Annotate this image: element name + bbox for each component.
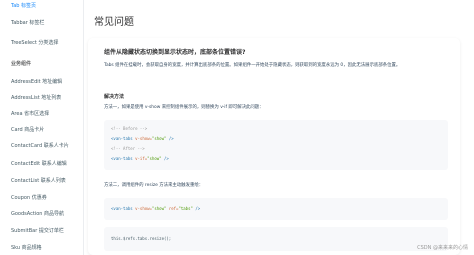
sidebar-item-treeselect[interactable]: TreeSelect 分类选择: [11, 40, 58, 47]
method-two-text: 方法二，调用组件的 resize 方法来主动触发重绘：: [104, 183, 204, 188]
page-title: 常见问题: [94, 17, 134, 28]
watermark: CSDN @来来来的心情: [417, 245, 468, 251]
code-line-before: <van-tabs v-show="show" />: [111, 136, 174, 141]
sidebar-item-coupon[interactable]: Coupon 优惠券: [11, 195, 47, 202]
sidebar-item-sku[interactable]: Sku 商品规格: [11, 245, 42, 252]
sidebar-item-submitbar[interactable]: SubmitBar 提交订单栏: [11, 228, 64, 235]
code-comment-before: <!-- Before -->: [111, 126, 148, 131]
sidebar-group-title: 业务组件: [11, 61, 32, 67]
content-card: 组件从隐藏状态切换到显示状态时，底部条位置错误? Tabs 组件在挂载时，会获取…: [88, 38, 460, 255]
question-heading: 组件从隐藏状态切换到显示状态时，底部条位置错误?: [104, 49, 246, 56]
description-text: Tabs 组件在挂载时，会获取自身的宽度，并计算出底部条的位置。如果组件一开始处…: [104, 63, 401, 68]
code-block-3: this.$refs.tabs.resize();: [104, 227, 448, 251]
code-comment-after: <!-- After -->: [111, 146, 145, 151]
solution-heading: 解决方法: [104, 94, 125, 100]
method-one-text: 方法一，如果是使用 v-show 来控制组件展示的，则替换为 v-if 即可解决…: [104, 105, 264, 110]
sidebar-item-addresslist[interactable]: AddressList 地址列表: [11, 95, 61, 102]
code-line-tabs-ref: <van-tabs v-show="show" ref="tabs" />: [111, 206, 201, 211]
sidebar-item-card[interactable]: Card 商品卡片: [11, 127, 44, 134]
code-block-1: <!-- Before --> <van-tabs v-show="show" …: [104, 120, 448, 170]
sidebar-item-tabbar[interactable]: Tabbar 标签栏: [11, 20, 44, 27]
sidebar-item-addressedit[interactable]: AddressEdit 地址编辑: [11, 79, 62, 86]
code-line-after: <van-tabs v-if="show" />: [111, 156, 169, 161]
sidebar-nav: Tab 标签页 Tabbar 标签栏 TreeSelect 分类选择 业务组件 …: [0, 0, 84, 255]
sidebar-item-tab[interactable]: Tab 标签页: [11, 3, 36, 10]
sidebar-item-contactedit[interactable]: ContactEdit 联系人编辑: [11, 161, 67, 168]
sidebar-item-contactlist[interactable]: ContactList 联系人列表: [11, 178, 66, 185]
code-line-resize: this.$refs.tabs.resize();: [111, 236, 172, 241]
sidebar-item-area[interactable]: Area 省市区选择: [11, 111, 49, 118]
code-block-2: <van-tabs v-show="show" ref="tabs" />: [104, 198, 448, 220]
sidebar-item-goodsaction[interactable]: GoodsAction 商品导航: [11, 211, 64, 218]
sidebar-item-contactcard[interactable]: ContactCard 联系人卡片: [11, 143, 69, 150]
